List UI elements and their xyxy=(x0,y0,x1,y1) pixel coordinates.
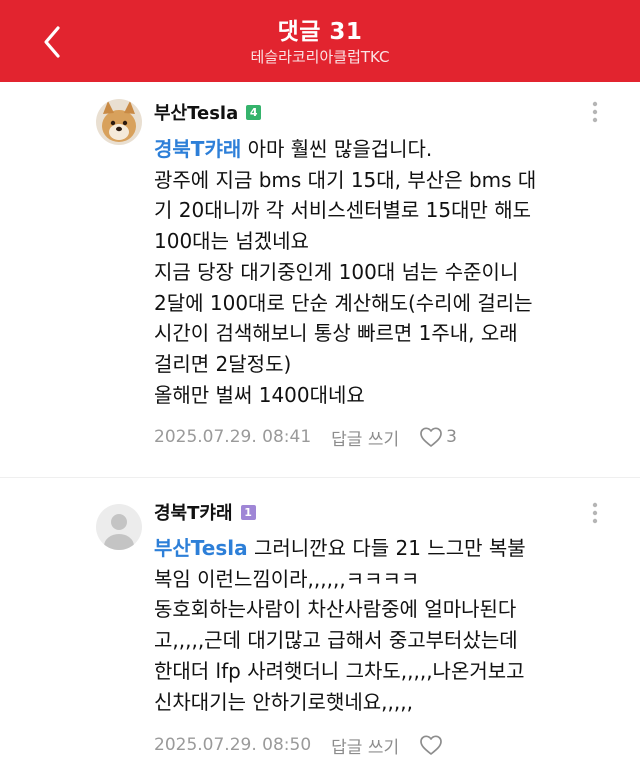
app-header: 댓글 31 테슬라코리아클럽TKC xyxy=(0,0,640,82)
author-row: 부산Tesla 4 xyxy=(154,98,262,126)
avatar[interactable] xyxy=(96,504,142,550)
timestamp: 2025.07.29. 08:41 xyxy=(154,427,312,447)
comment-line: 기 20대니까 각 서비스센터별로 15대만 해도 xyxy=(154,198,532,223)
comment-line: 한대더 lfp 사려햇더니 그차도,,,,,나온거보고 xyxy=(154,658,525,683)
mention-link[interactable]: 경북T캬래 xyxy=(154,137,241,161)
author-name[interactable]: 경북T캬래 xyxy=(154,499,233,525)
level-badge: 1 xyxy=(240,504,256,520)
dog-avatar-image xyxy=(96,99,142,145)
comment-line: 시간이 검색해보니 통상 빠르면 1주내, 오래 xyxy=(154,321,518,346)
like-count: 3 xyxy=(446,427,457,447)
comment-meta: 2025.07.29. 08:50 답글 쓰기 xyxy=(154,731,446,759)
page-title: 댓글 31 xyxy=(277,19,363,45)
comment-meta: 2025.07.29. 08:41 답글 쓰기 3 xyxy=(154,423,457,451)
more-vertical-icon xyxy=(592,101,598,123)
heart-outline-icon xyxy=(420,735,442,755)
comment-line: 광주에 지금 bms 대기 15대, 부산은 bms 대 xyxy=(154,167,537,192)
avatar[interactable] xyxy=(96,99,142,145)
comment-line: 복임 이런느낌이라,,,,,,ㅋㅋㅋㅋ xyxy=(154,566,420,591)
comment-line: 지금 당장 대기중인게 100대 넘는 수준이니 xyxy=(154,259,519,284)
comment-line: 고,,,,,근데 대기많고 급해서 중고부터샀는데 xyxy=(154,628,518,653)
comment-line: 동호회하는사람이 차산사람중에 얼마나된다 xyxy=(154,597,517,622)
comment-line: 경북T캬래 아마 훨씬 많을겁니다. xyxy=(154,137,433,161)
comment-line: 올해만 벌써 1400대네요 xyxy=(154,382,365,407)
comment-line: 100대는 넘겠네요 xyxy=(154,229,309,254)
more-vertical-icon xyxy=(592,502,598,524)
comment-body: 경북T캬래 아마 훨씬 많을겁니다. 광주에 지금 bms 대기 15대, 부산… xyxy=(154,134,616,410)
heart-outline-icon xyxy=(420,427,442,447)
like-button[interactable] xyxy=(419,734,446,756)
divider xyxy=(0,477,640,478)
level-badge: 4 xyxy=(246,104,262,120)
mention-link[interactable]: 부산Tesla xyxy=(154,536,248,560)
more-button[interactable] xyxy=(580,497,610,529)
reply-button[interactable]: 답글 쓰기 xyxy=(331,425,399,450)
more-button[interactable] xyxy=(580,96,610,128)
comment-body: 부산Tesla 그러니깐요 다들 21 느그만 복불 복임 이런느낌이라,,,,… xyxy=(154,533,616,717)
cafe-name: 테슬라코리아클럽TKC xyxy=(250,48,390,66)
comment-line: 걸리면 2달정도) xyxy=(154,351,292,376)
comment-line: 신차대기는 안하기로햇네요,,,,, xyxy=(154,689,413,714)
author-row: 경북T캬래 1 xyxy=(154,498,256,526)
default-profile-icon xyxy=(96,504,142,550)
reply-button[interactable]: 답글 쓰기 xyxy=(331,733,399,758)
comment-line: 부산Tesla 그러니깐요 다들 21 느그만 복불 xyxy=(154,536,526,560)
comment-line: 2달에 100대로 단순 계산해도(수리에 걸리는 xyxy=(154,290,533,315)
author-name[interactable]: 부산Tesla xyxy=(154,99,238,125)
timestamp: 2025.07.29. 08:50 xyxy=(154,735,312,755)
like-button[interactable]: 3 xyxy=(419,426,457,448)
